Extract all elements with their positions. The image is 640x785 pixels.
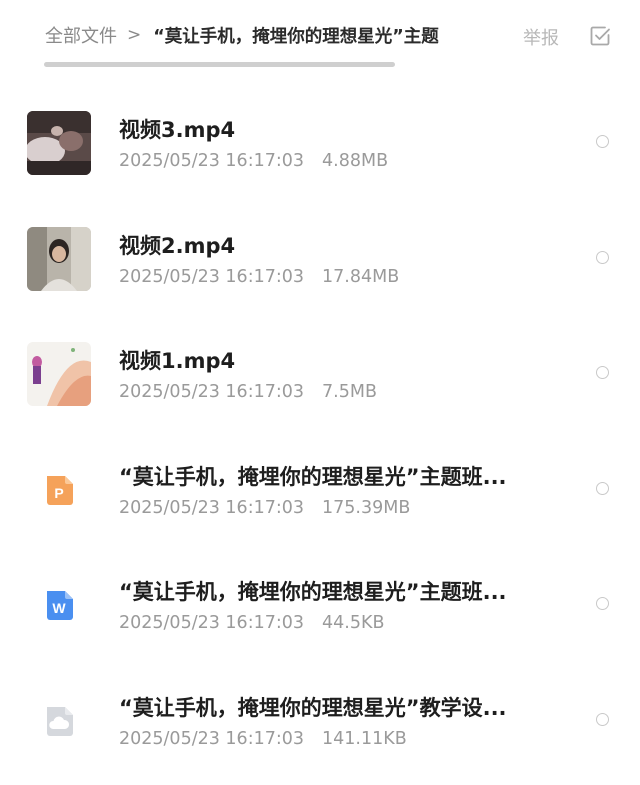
file-row[interactable]: 视频3.mp4 2025/05/23 16:17:03 4.88MB — [0, 87, 640, 203]
file-meta: 2025/05/23 16:17:03 4.88MB — [119, 151, 388, 171]
file-size: 17.84MB — [322, 266, 400, 287]
select-radio[interactable] — [596, 712, 609, 726]
file-name: 视频3.mp4 — [119, 118, 236, 142]
file-date: 2025/05/23 16:17:03 — [119, 266, 305, 287]
file-meta: 2025/05/23 16:17:03 7.5MB — [119, 382, 377, 402]
header-bar: 全部文件 > “莫让手机，掩埋你的理想星光”主题 举报 — [0, 0, 640, 72]
word-file-icon: W — [43, 589, 75, 621]
ppt-icon-letter: P — [54, 485, 63, 501]
select-radio[interactable] — [596, 135, 609, 148]
select-radio[interactable] — [596, 250, 609, 264]
cloud-file-icon — [43, 705, 75, 737]
file-name: 视频1.mp4 — [119, 349, 236, 373]
file-meta: 2025/05/23 16:17:03 175.39MB — [119, 498, 410, 518]
file-size: 4.88MB — [322, 151, 389, 171]
video-thumbnail — [27, 111, 91, 175]
file-row[interactable]: 视频2.mp4 2025/05/23 16:17:03 17.84MB — [0, 203, 640, 319]
file-size: 175.39MB — [322, 497, 411, 518]
breadcrumb-root-all-files[interactable]: 全部文件 — [45, 22, 117, 48]
file-date: 2025/05/23 16:17:03 — [119, 151, 305, 171]
horizontal-scrollbar[interactable] — [44, 62, 395, 67]
file-meta: 2025/05/23 16:17:03 44.5KB — [119, 613, 384, 633]
file-row[interactable]: 视频1.mp4 2025/05/23 16:17:03 7.5MB — [0, 318, 640, 434]
file-date: 2025/05/23 16:17:03 — [119, 382, 305, 402]
file-name: “莫让手机，掩埋你的理想星光”主题班... — [119, 464, 507, 489]
file-date: 2025/05/23 16:17:03 — [119, 497, 305, 518]
ppt-file-icon: P — [43, 474, 75, 506]
select-radio[interactable] — [596, 481, 609, 495]
file-row[interactable]: P “莫让手机，掩埋你的理想星光”主题班... 2025/05/23 16:17… — [0, 434, 640, 550]
file-row[interactable]: “莫让手机，掩埋你的理想星光”教学设... 2025/05/23 16:17:0… — [0, 665, 640, 781]
report-button[interactable]: 举报 — [523, 24, 559, 50]
file-name: “莫让手机，掩埋你的理想星光”主题班... — [119, 580, 507, 604]
video-thumbnail — [27, 226, 91, 291]
file-date: 2025/05/23 16:17:03 — [119, 613, 305, 633]
breadcrumb-current-folder: “莫让手机，掩埋你的理想星光”主题 — [153, 26, 439, 47]
file-date: 2025/05/23 16:17:03 — [119, 728, 305, 749]
file-row[interactable]: W “莫让手机，掩埋你的理想星光”主题班... 2025/05/23 16:17… — [0, 549, 640, 665]
checkbox-check-icon[interactable] — [589, 25, 611, 47]
video-thumbnail — [27, 342, 91, 406]
select-radio[interactable] — [596, 366, 609, 379]
select-radio[interactable] — [596, 597, 609, 610]
file-list: 视频3.mp4 2025/05/23 16:17:03 4.88MB 视频2.mp… — [0, 87, 640, 780]
file-size: 141.11KB — [322, 728, 407, 749]
file-meta: 2025/05/23 16:17:03 17.84MB — [119, 267, 399, 287]
file-name: “莫让手机，掩埋你的理想星光”教学设... — [119, 695, 507, 720]
file-size: 7.5MB — [322, 382, 377, 402]
file-size: 44.5KB — [322, 613, 385, 633]
breadcrumb-separator: > — [127, 25, 142, 45]
file-meta: 2025/05/23 16:17:03 141.11KB — [119, 729, 407, 749]
breadcrumb: 全部文件 > “莫让手机，掩埋你的理想星光”主题 — [45, 22, 439, 48]
word-icon-letter: W — [52, 600, 66, 616]
file-name: 视频2.mp4 — [119, 233, 236, 258]
